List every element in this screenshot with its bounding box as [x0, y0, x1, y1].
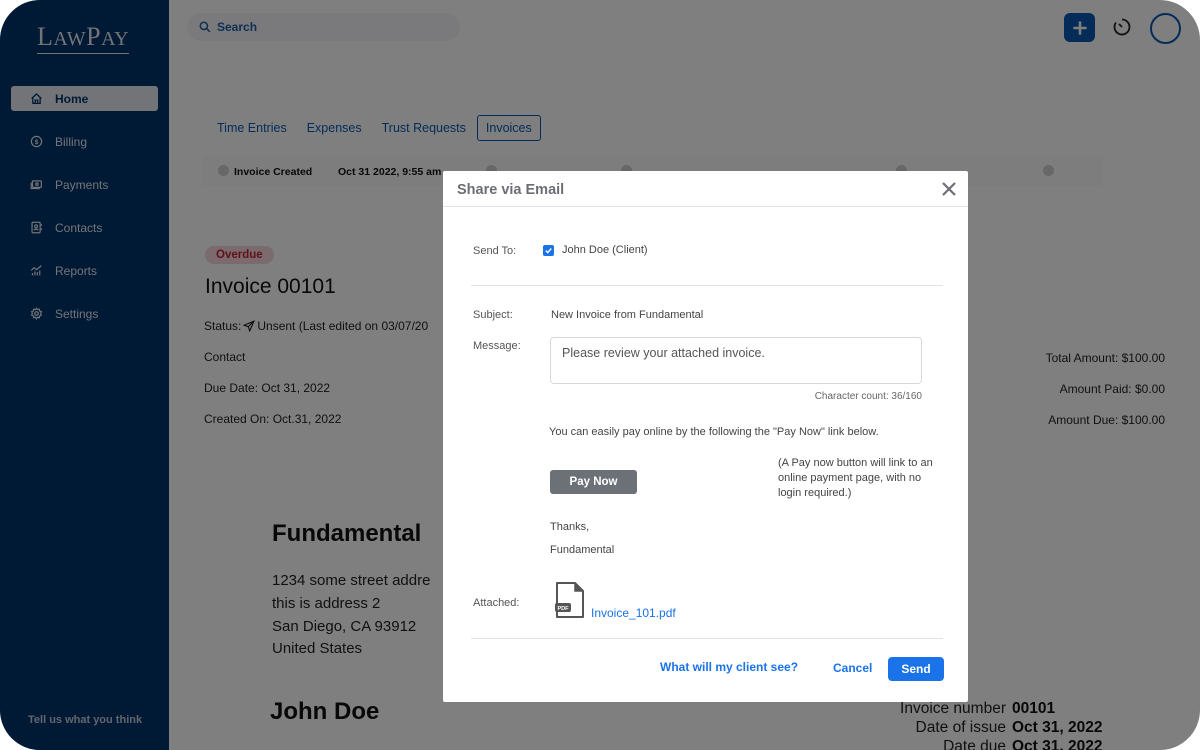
modal-title: Share via Email	[457, 182, 565, 198]
divider	[471, 285, 943, 286]
thanks-text: Thanks,	[550, 521, 590, 533]
message-label: Message:	[473, 340, 521, 352]
signature-text: Fundamental	[550, 544, 615, 556]
pay-intro-text: You can easily pay online by the followi…	[549, 426, 879, 438]
send-to-label: Send To:	[473, 245, 517, 257]
client-preview-link[interactable]: What will my client see?	[660, 660, 798, 674]
pay-now-note: (A Pay now button will link to an online…	[778, 457, 933, 499]
divider	[471, 638, 943, 639]
send-button[interactable]: Send	[888, 657, 944, 681]
cancel-button[interactable]: Cancel	[833, 661, 872, 675]
recipient-name: John Doe (Client)	[562, 244, 648, 256]
pdf-badge-text: PDF	[558, 606, 570, 612]
recipient-checkbox[interactable]	[543, 245, 554, 256]
attached-label: Attached:	[473, 597, 520, 609]
subject-value: New Invoice from Fundamental	[551, 309, 704, 321]
attachment-link[interactable]: Invoice_101.pdf	[591, 606, 676, 620]
pay-now-button[interactable]: Pay Now	[550, 470, 637, 494]
check-icon	[545, 248, 552, 254]
subject-label: Subject:	[473, 309, 513, 321]
close-icon[interactable]	[940, 180, 958, 198]
modal-header: Share via Email	[443, 171, 968, 207]
character-count: Character count: 36/160	[814, 391, 922, 402]
message-textarea[interactable]: Please review your attached invoice.	[550, 337, 922, 384]
app-window: LAWPAY Home $ Billing Payments Contacts	[0, 0, 1200, 750]
pdf-file-icon: PDF	[555, 582, 584, 618]
share-email-modal: Share via Email Send To: John Doe (Clien…	[443, 171, 968, 702]
